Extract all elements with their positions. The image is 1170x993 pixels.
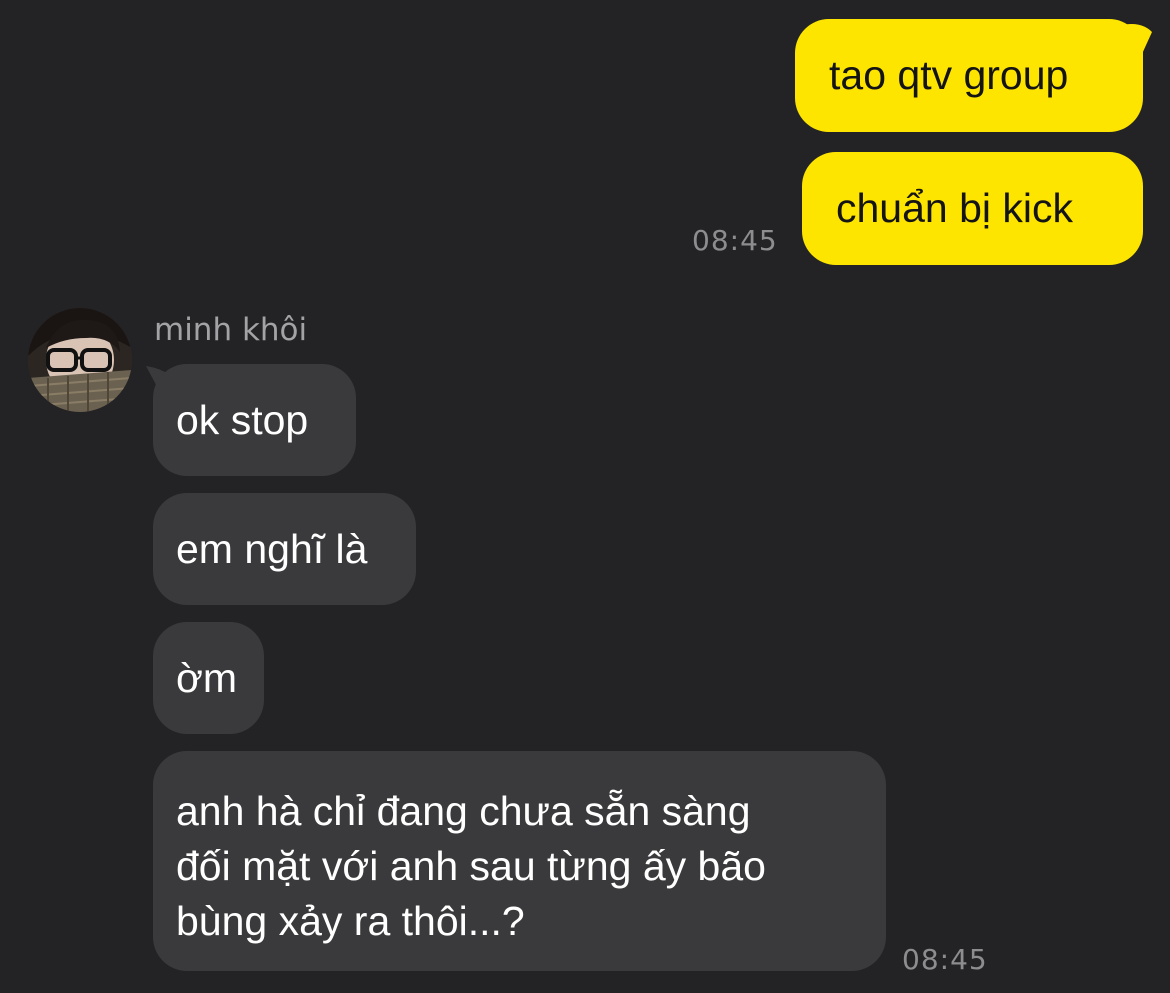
sender-name: minh khôi	[154, 312, 308, 348]
incoming-message-2[interactable]: em nghĩ là	[153, 493, 416, 605]
incoming-message-1[interactable]: ok stop	[153, 364, 356, 476]
incoming-message-3[interactable]: ờm	[153, 622, 264, 734]
chat-thread[interactable]: tao qtv group chuẩn bị kick 08:45 minh k…	[0, 0, 1170, 993]
avatar-photo-icon	[28, 308, 132, 412]
message-text: anh hà chỉ đang chưa sẵn sàng đối mặt vớ…	[176, 788, 766, 944]
incoming-timestamp: 08:45	[902, 943, 988, 976]
outgoing-timestamp: 08:45	[692, 224, 778, 257]
message-text: chuẩn bị kick	[836, 185, 1074, 231]
message-text: ok stop	[176, 396, 309, 443]
outgoing-message-1[interactable]: tao qtv group	[795, 19, 1143, 132]
outgoing-message-2[interactable]: chuẩn bị kick	[802, 152, 1143, 265]
message-text: ờm	[176, 654, 238, 701]
incoming-message-4[interactable]: anh hà chỉ đang chưa sẵn sàng đối mặt vớ…	[153, 751, 886, 971]
message-text: em nghĩ là	[176, 525, 368, 572]
message-text: tao qtv group	[829, 52, 1069, 98]
sender-avatar[interactable]	[28, 308, 132, 412]
